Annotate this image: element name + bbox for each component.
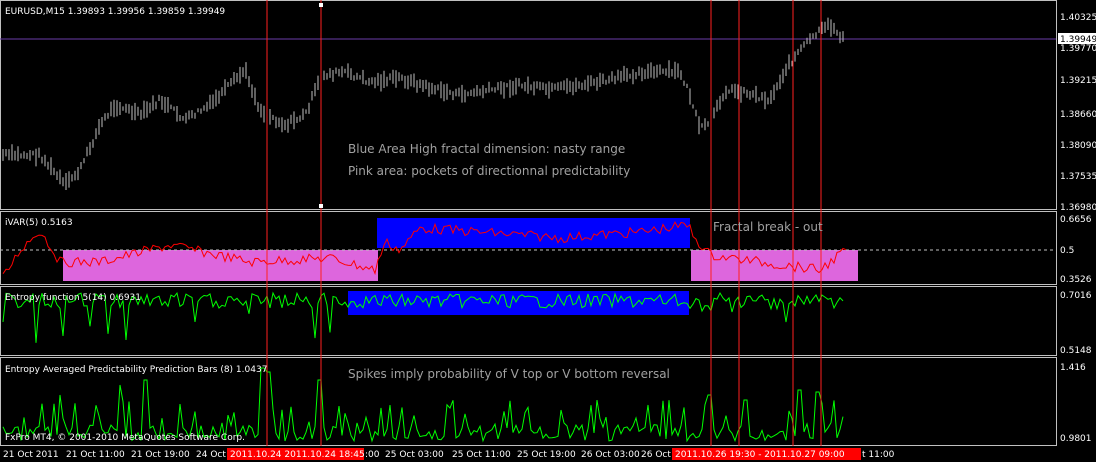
time-tick-highlight: 2011.10.24 2011.10.24 18:45 (230, 450, 365, 460)
ivar-level-label: 0.3526 (1060, 275, 1092, 285)
indicator-scales: 0.6656 0.5 0.3526 0.7016 0.5148 1.416 0.… (1060, 215, 1092, 444)
time-tick: 25 Oct 11:00 (452, 450, 511, 460)
annotation-fractal-breakout: Fractal break - out (713, 220, 823, 234)
prediction-panel-title: Entropy Averaged Predictability Predicti… (5, 365, 267, 375)
time-tick: 25 Oct 03:00 (385, 450, 444, 460)
copyright-text: FxPro MT4, © 2001-2010 MetaQuotes Softwa… (5, 433, 245, 443)
price-tick: 1.39215 (1060, 76, 1096, 86)
annotation-pink-area: Pink area: pockets of directionnal predi… (348, 164, 630, 178)
time-axis: 21 Oct 2011 21 Oct 11:00 21 Oct 19:00 24… (3, 450, 895, 460)
entropy-panel-title: Entropy function 5(14) 0.6931 (5, 293, 141, 303)
entropy-level-label: 0.5148 (1060, 346, 1092, 356)
time-tick: 24 Oct (196, 450, 226, 460)
main-panel-title: EURUSD,M15 1.39893 1.39956 1.39859 1.399… (5, 7, 225, 17)
time-tick: 21 Oct 11:00 (66, 450, 125, 460)
price-tick: 1.38090 (1060, 141, 1096, 151)
prediction-level-label: 1.416 (1060, 363, 1086, 373)
time-tick: t 11:00 (862, 450, 895, 460)
price-tick: 1.36980 (1060, 203, 1096, 213)
annotation-blue-area: Blue Area High fractal dimension: nasty … (348, 142, 625, 156)
time-tick: 26 Oct 03:00 (581, 450, 640, 460)
marker-handle-top[interactable] (319, 3, 323, 7)
time-tick: :00 (365, 450, 380, 460)
time-tick-highlight: 2011.10.26 19:30 - 2011.10.27 09:00 (675, 450, 845, 460)
chart-canvas[interactable]: EURUSD,M15 1.39893 1.39956 1.39859 1.399… (0, 0, 1096, 462)
marker-handle-bottom[interactable] (319, 204, 323, 208)
entropy-blue-area (348, 291, 689, 315)
time-tick: 26 Oct (641, 450, 671, 460)
time-tick: 21 Oct 19:00 (131, 450, 190, 460)
annotation-spikes: Spikes imply probability of V top or V b… (348, 367, 670, 381)
time-tick: 25 Oct 19:00 (517, 450, 576, 460)
price-tick: 1.39770 (1060, 44, 1096, 54)
time-tick: 21 Oct 2011 (3, 450, 59, 460)
price-tick: 1.38660 (1060, 110, 1096, 120)
main-panel-frame (0, 0, 1057, 210)
ivar-level-label: 0.5 (1060, 246, 1074, 256)
price-tick: 1.40325 (1060, 13, 1096, 23)
ivar-pink-area-right (691, 250, 858, 281)
ivar-level-label: 0.6656 (1060, 215, 1092, 225)
entropy-level-label: 0.7016 (1060, 291, 1092, 301)
current-price-label: 1.39949 (1060, 35, 1096, 45)
ivar-panel-title: iVAR(5) 0.5163 (5, 218, 73, 228)
prediction-level-label: 0.9801 (1060, 434, 1092, 444)
price-tick: 1.37535 (1060, 172, 1096, 182)
